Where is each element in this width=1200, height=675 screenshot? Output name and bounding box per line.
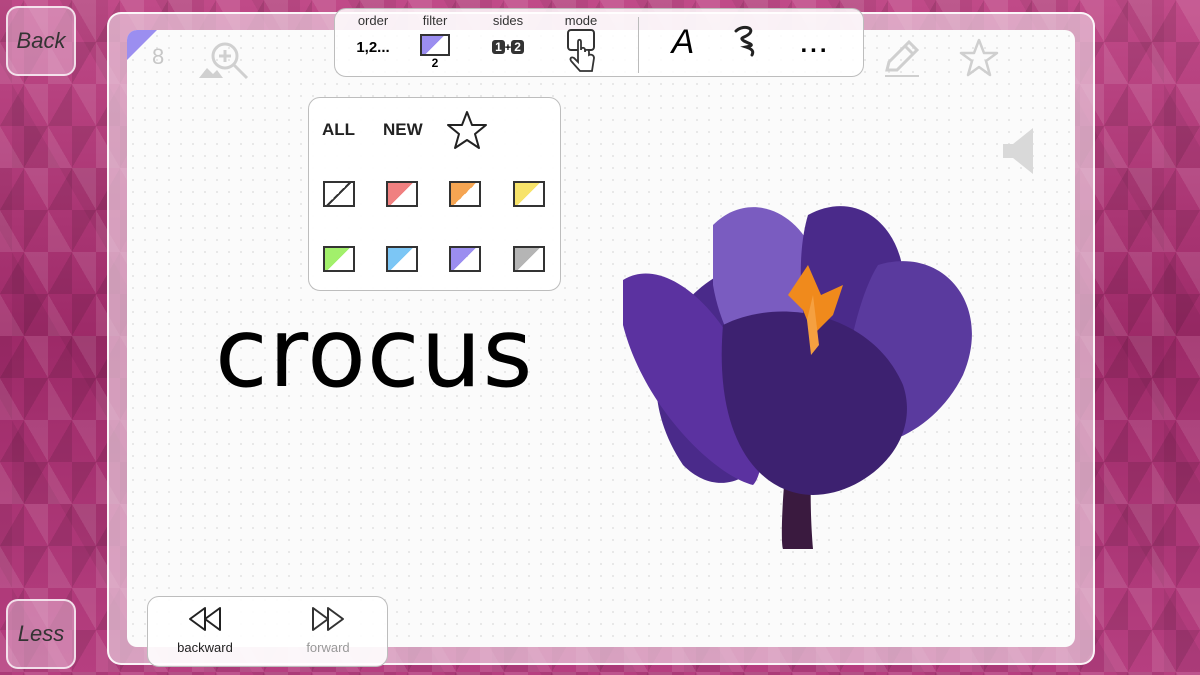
back-button[interactable]: Back bbox=[6, 6, 76, 76]
zoom-in-icon[interactable] bbox=[197, 38, 253, 87]
filter-swatch-blue[interactable] bbox=[386, 246, 418, 272]
sides-button[interactable]: sides 1 +2 bbox=[478, 9, 538, 54]
filter-swatch-orange[interactable] bbox=[449, 181, 481, 207]
handwriting-button[interactable] bbox=[725, 23, 765, 62]
rewind-icon bbox=[187, 607, 223, 637]
less-button[interactable]: Less bbox=[6, 599, 76, 669]
filter-all-button[interactable]: ALL bbox=[322, 120, 355, 140]
filter-swatch-icon bbox=[420, 34, 450, 56]
filter-swatch-none[interactable] bbox=[323, 181, 355, 207]
sides-value-a: 1 bbox=[492, 40, 505, 54]
backward-label: backward bbox=[177, 640, 233, 655]
filter-starred-icon[interactable] bbox=[446, 109, 488, 156]
filter-swatch-yellow[interactable] bbox=[513, 181, 545, 207]
nav-panel: backward forward bbox=[147, 596, 388, 667]
speaker-icon[interactable] bbox=[1001, 126, 1037, 181]
filter-value: 2 bbox=[431, 56, 439, 70]
star-icon[interactable] bbox=[959, 38, 999, 83]
sides-value-b: 2 bbox=[511, 40, 524, 54]
forward-label: forward bbox=[306, 640, 350, 655]
order-value: 1,2... bbox=[356, 39, 390, 56]
filter-button[interactable]: filter 2 bbox=[407, 9, 463, 70]
hand-tap-icon bbox=[564, 29, 598, 76]
flashcard[interactable]: 8 crocus bbox=[127, 30, 1075, 647]
toolbar-separator bbox=[638, 17, 639, 73]
pencil-icon[interactable] bbox=[879, 36, 923, 85]
filter-swatch-purple[interactable] bbox=[449, 246, 481, 272]
mode-label: mode bbox=[564, 13, 598, 28]
top-toolbar: order 1,2... filter 2 sides 1 +2 mode A .… bbox=[334, 8, 864, 77]
order-button[interactable]: order 1,2... bbox=[343, 9, 403, 56]
page-number: 8 bbox=[152, 44, 165, 69]
crocus-flower-image bbox=[603, 145, 1003, 590]
sides-label: sides bbox=[492, 13, 524, 28]
font-style-button[interactable]: A bbox=[663, 23, 703, 62]
fast-forward-icon bbox=[310, 607, 346, 637]
filter-swatch-red[interactable] bbox=[386, 181, 418, 207]
filter-panel: ALL NEW bbox=[308, 97, 561, 291]
forward-button[interactable]: forward bbox=[283, 605, 373, 655]
backward-button[interactable]: backward bbox=[160, 605, 250, 655]
mode-button[interactable]: mode bbox=[553, 9, 609, 77]
sides-icon: 1 +2 bbox=[478, 40, 538, 54]
flashcard-word: crocus bbox=[215, 297, 534, 409]
filter-label: filter bbox=[422, 13, 448, 28]
filter-new-button[interactable]: NEW bbox=[383, 120, 423, 140]
more-button[interactable]: ... bbox=[790, 31, 840, 59]
filter-swatch-gray[interactable] bbox=[513, 246, 545, 272]
order-label: order bbox=[357, 13, 389, 28]
filter-swatch-green[interactable] bbox=[323, 246, 355, 272]
handwriting-icon bbox=[730, 25, 760, 61]
